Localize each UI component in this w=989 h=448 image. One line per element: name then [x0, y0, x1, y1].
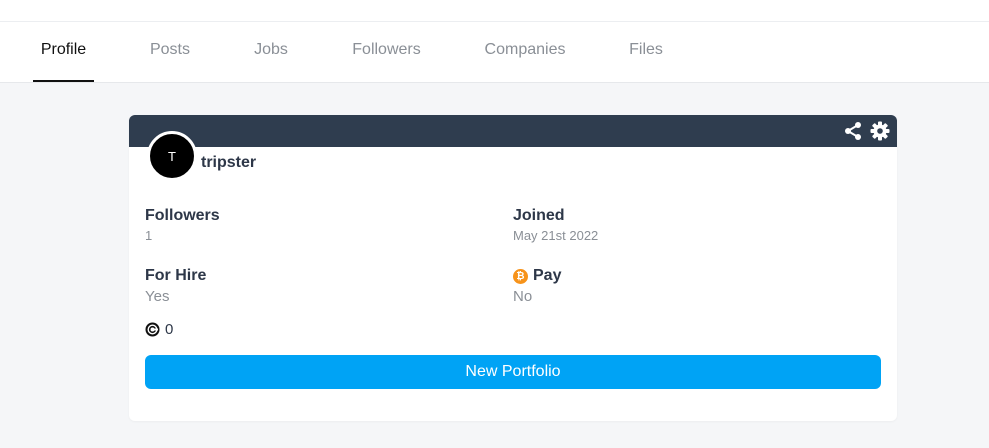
avatar-initial: T: [168, 148, 176, 164]
card-header: [129, 115, 897, 147]
credits-value: 0: [165, 321, 174, 338]
avatar[interactable]: T: [147, 131, 197, 181]
gear-icon[interactable]: [869, 120, 891, 142]
username: tripster: [201, 154, 257, 171]
profile-card: T tripster Followers 1 Joined May 21st 2…: [129, 115, 897, 421]
followers-count: 1: [145, 228, 153, 243]
pay-label: Pay: [533, 267, 562, 284]
joined-label: Joined: [513, 207, 565, 224]
pay-label-row: ₿ Pay: [513, 267, 561, 285]
pay-value: No: [513, 288, 533, 305]
followers-label: Followers: [145, 207, 220, 224]
for-hire-value: Yes: [145, 288, 170, 305]
tab-jobs[interactable]: Jobs: [241, 22, 301, 82]
top-bar: [0, 0, 989, 22]
tab-posts[interactable]: Posts: [138, 22, 202, 82]
bitcoin-icon: ₿: [513, 268, 528, 284]
coin-icon: [145, 322, 160, 337]
tab-files[interactable]: Files: [617, 22, 675, 82]
share-icon[interactable]: [842, 120, 864, 142]
tab-followers[interactable]: Followers: [340, 22, 433, 82]
credits-balance: 0: [145, 321, 173, 338]
for-hire-label: For Hire: [145, 267, 207, 284]
tab-companies[interactable]: Companies: [472, 22, 578, 82]
new-portfolio-button[interactable]: New Portfolio: [145, 355, 881, 389]
tab-profile[interactable]: Profile: [33, 22, 94, 82]
profile-tabs: Profile Posts Jobs Followers Companies F…: [0, 22, 989, 83]
joined-date: May 21st 2022: [513, 228, 599, 243]
